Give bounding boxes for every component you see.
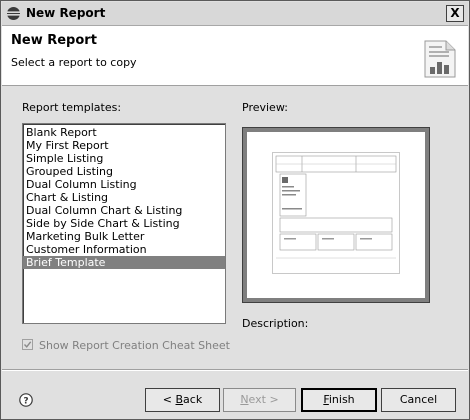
back-prefix: < [162,393,176,406]
eclipse-icon [7,7,20,20]
template-list-item[interactable]: Simple Listing [23,152,225,165]
next-mnemonic: N [240,393,249,406]
preview-canvas [247,132,425,298]
template-list-item[interactable]: Dual Column Chart & Listing [23,204,225,217]
templates-label: Report templates: [22,101,122,114]
next-rest: ext [248,393,266,406]
wizard-header: New Report Select a report to copy [2,26,468,86]
template-list-item[interactable]: Chart & Listing [23,191,225,204]
finish-rest: inish [328,393,355,406]
template-list-item[interactable]: Marketing Bulk Letter [23,230,225,243]
cheat-sheet-checkbox[interactable] [22,339,33,350]
back-button[interactable]: < Back [145,388,220,412]
checkmark-icon [23,341,32,348]
back-mnemonic: B [175,393,184,406]
cancel-button[interactable]: Cancel [381,388,456,412]
button-bar-separator [2,369,468,371]
template-list-item[interactable]: Brief Template [23,256,225,269]
description-label: Description: [242,317,309,330]
template-list-item[interactable]: My First Report [23,139,225,152]
template-list-item[interactable]: Dual Column Listing [23,178,225,191]
finish-button[interactable]: Finish [301,388,377,412]
preview-label: Preview: [242,101,288,114]
next-suffix: > [265,393,279,406]
template-list-item[interactable]: Grouped Listing [23,165,225,178]
title-bar[interactable]: New Report X [2,2,468,26]
templates-list[interactable]: Blank Report My First Report Simple Listin… [22,123,226,324]
window-title: New Report [26,6,106,20]
page-description: Select a report to copy [11,56,137,69]
svg-text:?: ? [23,396,28,406]
back-rest: ack [183,393,203,406]
next-button[interactable]: Next > [223,388,296,412]
help-icon[interactable]: ? [19,393,33,407]
template-preview-thumbnail [272,152,400,274]
template-list-item[interactable]: Blank Report [23,126,225,139]
report-chart-icon [424,40,456,78]
cheat-sheet-label: Show Report Creation Cheat Sheet [39,339,230,352]
preview-pane [242,127,430,303]
template-list-item[interactable]: Side by Side Chart & Listing [23,217,225,230]
template-list-item[interactable]: Customer Information [23,243,225,256]
close-button[interactable]: X [446,5,464,22]
page-title: New Report [11,33,97,48]
new-report-dialog: New Report X New Report Select a report … [0,0,470,420]
